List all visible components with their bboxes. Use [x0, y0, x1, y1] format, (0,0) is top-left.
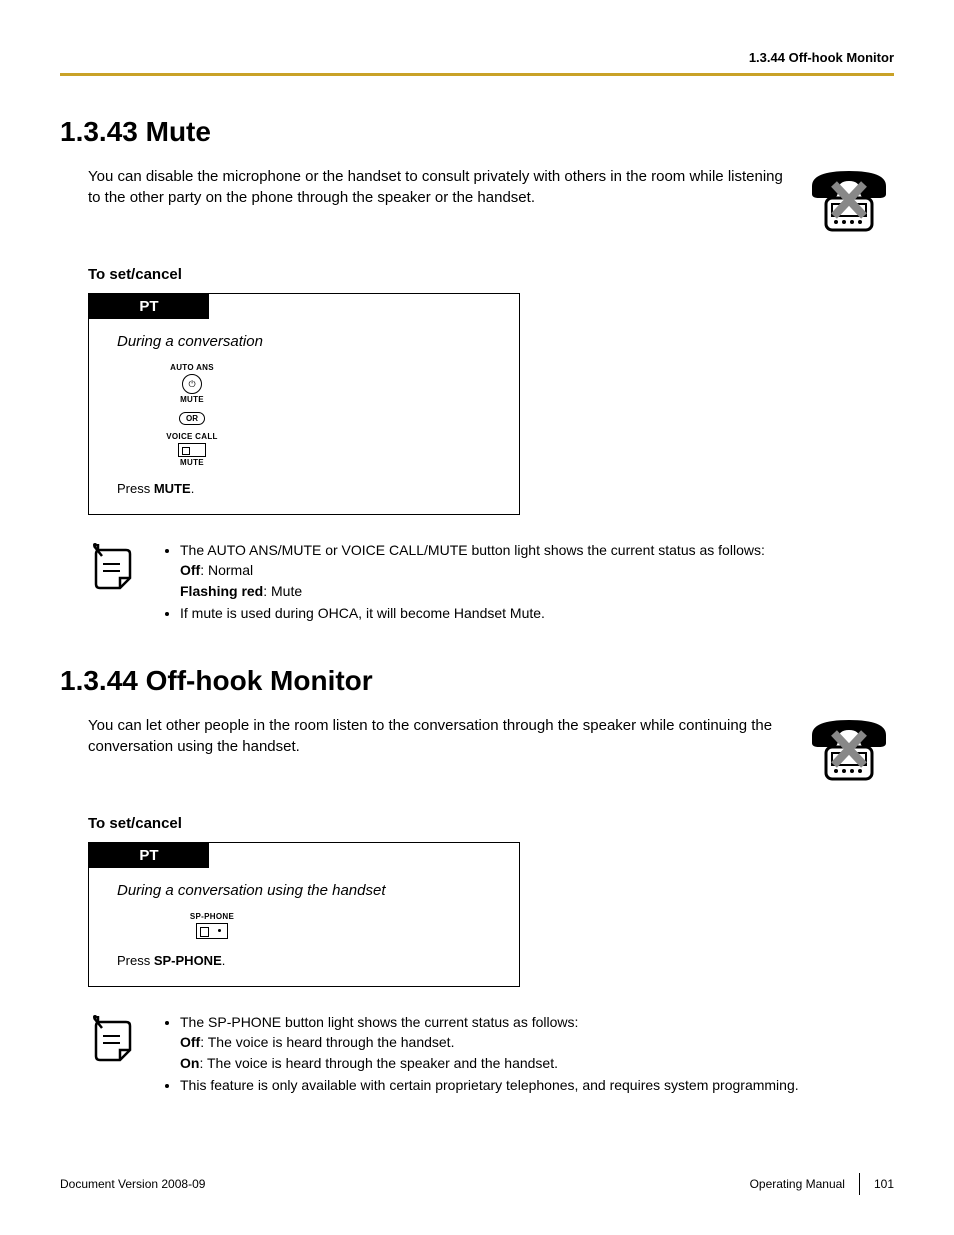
- offhook-procedure-box: PT During a conversation using the hands…: [88, 842, 520, 987]
- mute-note-list: The AUTO ANS/MUTE or VOICE CALL/MUTE but…: [158, 540, 884, 625]
- rect-button-icon: [178, 443, 206, 457]
- footer-manual-label: Operating Manual: [750, 1177, 845, 1191]
- offhook-note-2: This feature is only available with cert…: [180, 1075, 884, 1095]
- note-icon: [88, 1012, 138, 1062]
- sp-phone-button-icon: [196, 923, 228, 939]
- offhook-subhead: To set/cancel: [88, 815, 894, 832]
- voice-call-mute-button: VOICE CALL MUTE: [166, 433, 217, 467]
- mute-subhead: To set/cancel: [88, 266, 894, 283]
- offhook-note-list: The SP-PHONE button light shows the curr…: [158, 1012, 884, 1097]
- phone-disabled-icon: [804, 715, 894, 785]
- mute-context: During a conversation: [117, 333, 501, 350]
- mute-press-line: Press MUTE.: [117, 481, 501, 496]
- section-heading-mute: 1.3.43 Mute: [60, 116, 894, 148]
- page-footer: Document Version 2008-09 Operating Manua…: [60, 1173, 894, 1195]
- auto-ans-mute-button: AUTO ANS ⏻ MUTE: [170, 364, 214, 404]
- mute-note-1: The AUTO ANS/MUTE or VOICE CALL/MUTE but…: [180, 540, 884, 601]
- round-button-icon: ⏻: [182, 374, 202, 394]
- offhook-press-line: Press SP-PHONE.: [117, 953, 501, 968]
- sp-phone-button-stack: SP-PHONE: [157, 913, 267, 939]
- mute-procedure-box: PT During a conversation AUTO ANS ⏻ MUTE…: [88, 293, 520, 515]
- offhook-note-1: The SP-PHONE button light shows the curr…: [180, 1012, 884, 1073]
- mute-note-2: If mute is used during OHCA, it will bec…: [180, 603, 884, 623]
- footer-page-number: 101: [874, 1177, 894, 1191]
- footer-doc-version: Document Version 2008-09: [60, 1177, 205, 1191]
- mute-intro-text: You can disable the microphone or the ha…: [60, 166, 784, 208]
- pt-tab: PT: [89, 843, 209, 868]
- mute-button-stack: AUTO ANS ⏻ MUTE OR VOICE CALL MUTE: [137, 364, 247, 467]
- header-breadcrumb: 1.3.44 Off-hook Monitor: [60, 50, 894, 65]
- sp-phone-button: SP-PHONE: [190, 913, 234, 939]
- document-page: 1.3.44 Off-hook Monitor 1.3.43 Mute You …: [0, 0, 954, 1235]
- phone-disabled-icon: [804, 166, 894, 236]
- offhook-notes: The SP-PHONE button light shows the curr…: [88, 1012, 894, 1097]
- mute-intro-row: You can disable the microphone or the ha…: [60, 166, 894, 236]
- offhook-intro-row: You can let other people in the room lis…: [60, 715, 894, 785]
- pt-tab: PT: [89, 294, 209, 319]
- note-icon: [88, 540, 138, 590]
- offhook-context: During a conversation using the handset: [117, 882, 501, 899]
- section-heading-offhook: 1.3.44 Off-hook Monitor: [60, 665, 894, 697]
- footer-divider: [859, 1173, 860, 1195]
- mute-notes: The AUTO ANS/MUTE or VOICE CALL/MUTE but…: [88, 540, 894, 625]
- or-label: OR: [179, 412, 205, 425]
- offhook-intro-text: You can let other people in the room lis…: [60, 715, 784, 757]
- header-rule: [60, 73, 894, 76]
